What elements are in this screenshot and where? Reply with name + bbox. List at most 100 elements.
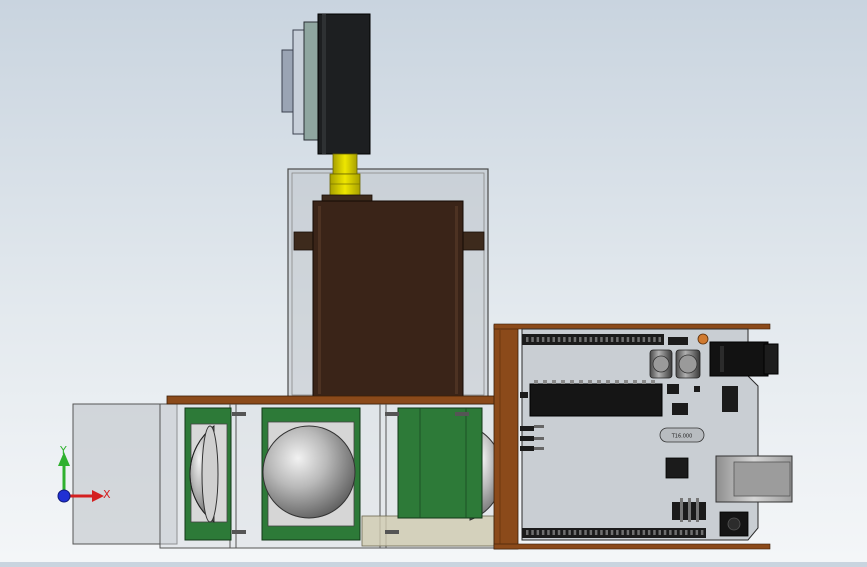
coupler-top (332, 153, 358, 175)
pin (579, 337, 582, 342)
pin (584, 337, 587, 342)
pin (584, 530, 587, 535)
pin (594, 337, 598, 342)
pin (642, 530, 646, 535)
pin (600, 530, 603, 535)
pin (579, 380, 583, 384)
pin (605, 530, 608, 535)
wood-plank-top (166, 395, 496, 405)
pin (573, 530, 577, 535)
pin (632, 530, 635, 535)
pin (669, 530, 672, 535)
pin (573, 337, 577, 342)
voltage-regulator (665, 457, 689, 479)
reset-button (719, 511, 749, 537)
pin (658, 530, 661, 535)
pin (589, 530, 593, 535)
wood-rail-top (493, 323, 771, 330)
pin (600, 337, 603, 342)
wood-rail-left (493, 324, 519, 550)
x-axis-label: X (103, 488, 111, 501)
top-header-right (668, 337, 688, 345)
pin (658, 337, 661, 342)
dc-power-jack (709, 341, 779, 377)
pin (563, 530, 566, 535)
pin (589, 337, 593, 342)
pin (568, 337, 571, 342)
pin (557, 337, 561, 342)
pin (647, 337, 651, 342)
pin (637, 337, 640, 342)
pin (695, 530, 699, 535)
pin (633, 380, 637, 384)
pin (651, 380, 655, 384)
pin (579, 530, 582, 535)
camera-body-edge (322, 14, 326, 154)
pir-sensor-2 (261, 407, 361, 541)
pin (621, 530, 624, 535)
camera-module (281, 13, 371, 155)
pin (616, 337, 619, 342)
camera-lens-face (292, 29, 306, 135)
pin (605, 337, 608, 342)
crystal-oscillator: T16.000 (659, 427, 705, 443)
pin (690, 530, 693, 535)
pin (536, 337, 540, 342)
pin (543, 380, 547, 384)
wood-rail-bottom (493, 543, 771, 550)
pin (615, 380, 619, 384)
pin (663, 530, 667, 535)
pin (632, 337, 635, 342)
pin (621, 337, 624, 342)
pin (531, 337, 534, 342)
pin (588, 380, 592, 384)
servo-mount-tab-right (459, 231, 485, 251)
pin (626, 530, 630, 535)
atmega-chip (529, 380, 663, 417)
pin (547, 530, 550, 535)
pin (637, 530, 640, 535)
pin (526, 530, 529, 535)
pin (552, 380, 556, 384)
pin (547, 337, 550, 342)
pin (653, 530, 656, 535)
pin (679, 530, 683, 535)
pin (700, 530, 704, 535)
pin (674, 530, 677, 535)
pin (624, 380, 628, 384)
shaft-coupler (329, 153, 361, 197)
arduino-board: T16.000 (493, 323, 793, 550)
assembly-drawing: T16.000 Y X (57, 13, 793, 550)
pir-sensor-1 (184, 407, 232, 541)
pin (610, 530, 614, 535)
pin (626, 337, 630, 342)
pin (552, 337, 555, 342)
pin (685, 530, 688, 535)
pin (541, 337, 545, 342)
led-indicator (697, 333, 709, 345)
servo-body (312, 200, 464, 398)
pin (534, 380, 538, 384)
y-axis-label: Y (59, 444, 67, 457)
pin (647, 530, 651, 535)
pin (594, 530, 598, 535)
pin (610, 337, 614, 342)
crystal-label: T16.000 (671, 434, 693, 440)
pin (557, 530, 561, 535)
pin (536, 530, 540, 535)
pin (531, 530, 534, 535)
base-block (361, 515, 495, 547)
pin (552, 530, 555, 535)
pin (606, 380, 610, 384)
pin (597, 380, 601, 384)
pin (526, 337, 529, 342)
pin (561, 380, 565, 384)
pin (568, 530, 571, 535)
pin (616, 530, 619, 535)
pin (653, 337, 656, 342)
cad-viewport[interactable]: T16.000 Y X (0, 0, 867, 562)
coupler-bottom (329, 173, 361, 197)
pin (570, 380, 574, 384)
pin (642, 380, 646, 384)
z-axis-dot (57, 489, 71, 503)
